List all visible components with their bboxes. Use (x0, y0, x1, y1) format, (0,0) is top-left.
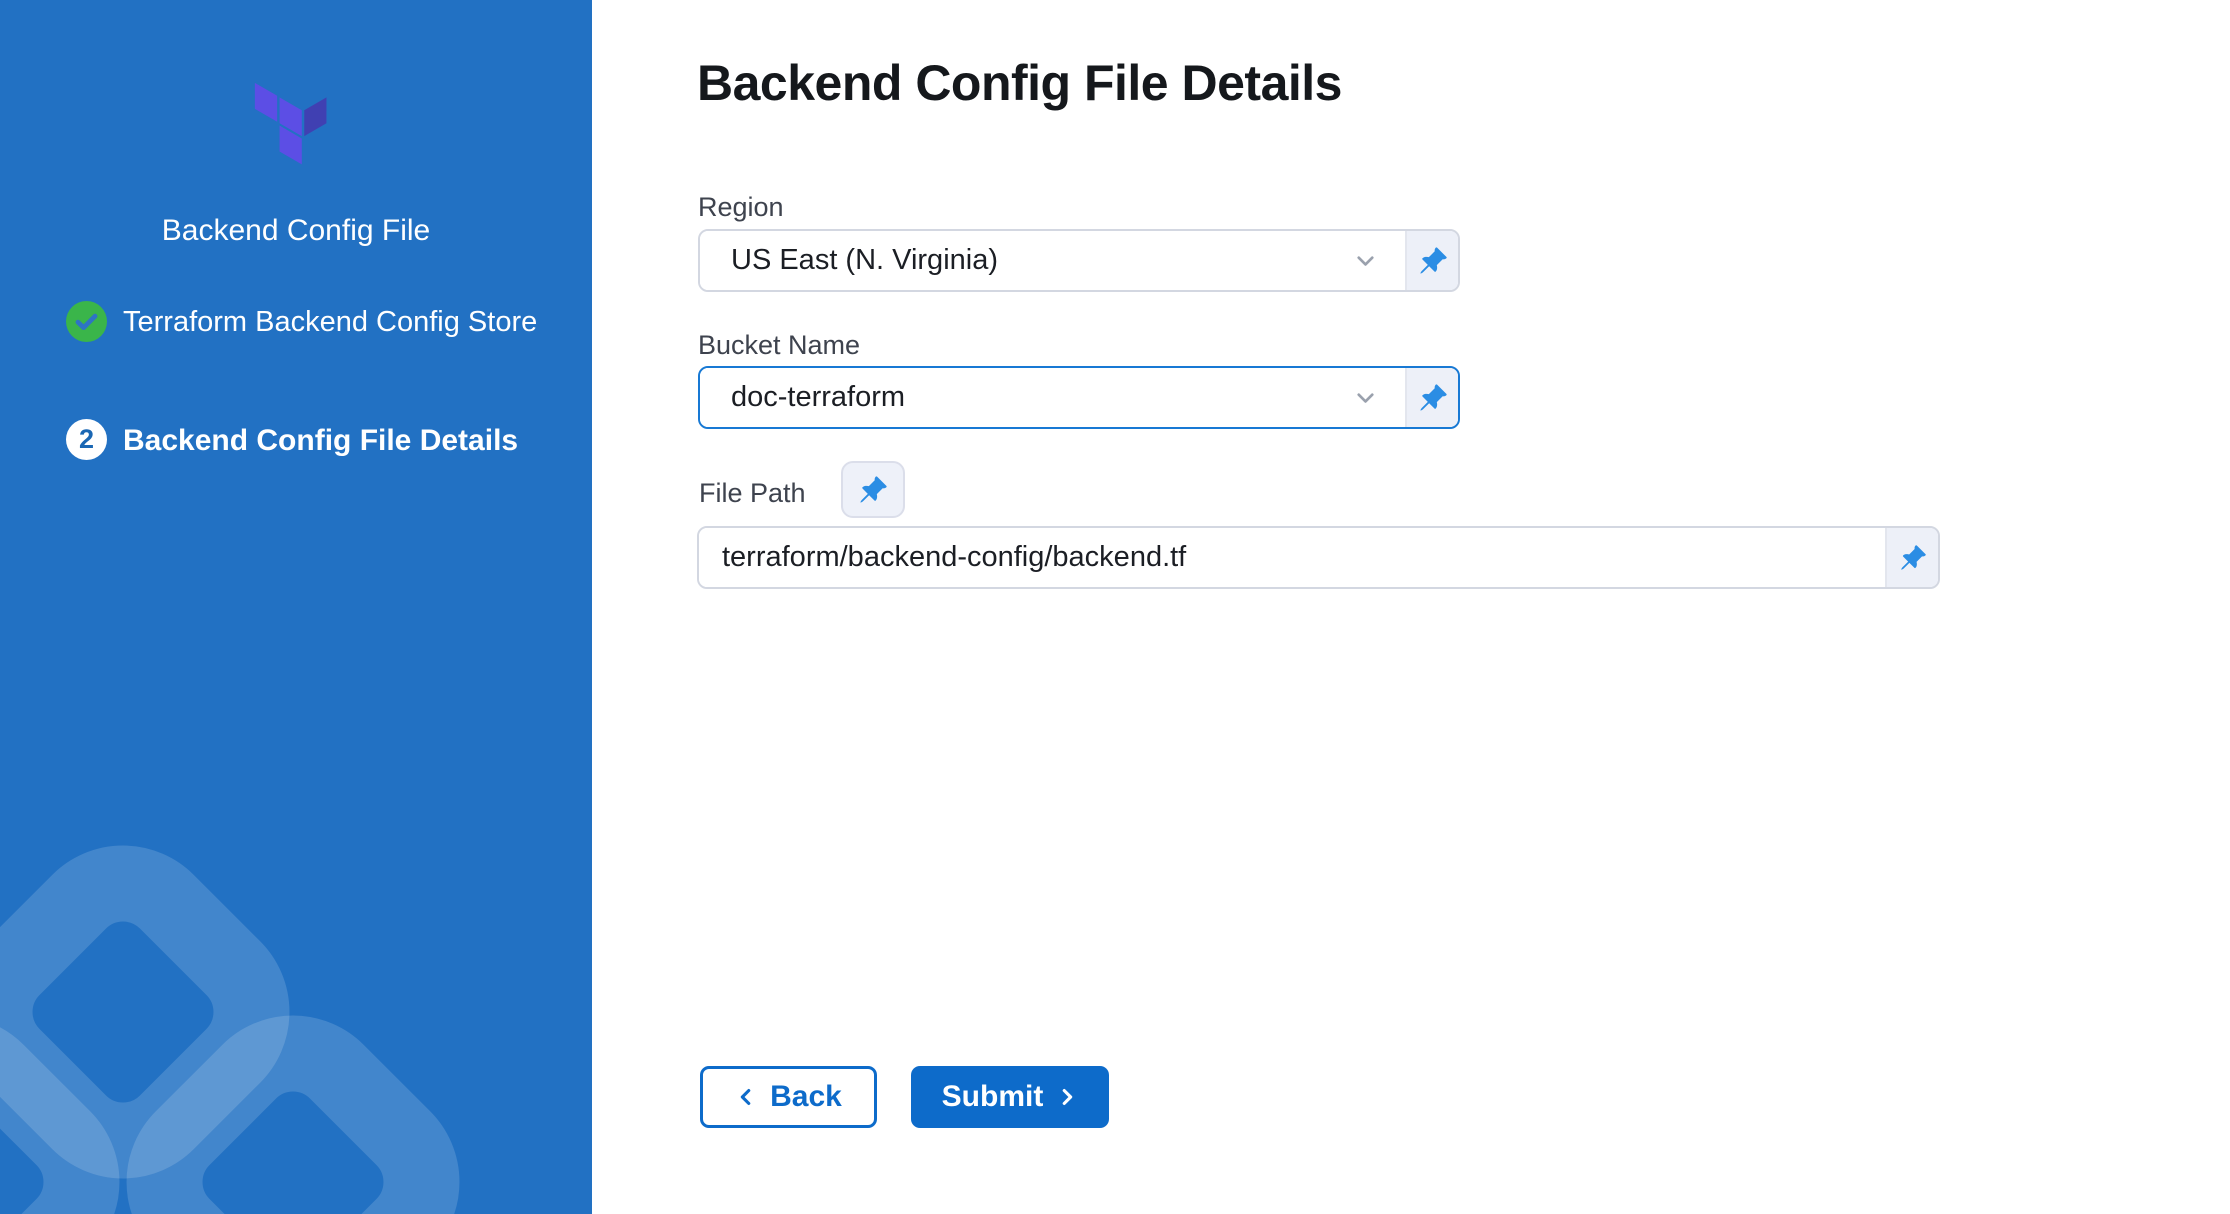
chevron-down-icon (1352, 247, 1379, 274)
pin-icon (1418, 246, 1448, 276)
form-panel: Backend Config File Details Region US Ea… (592, 0, 2230, 1214)
check-circle-icon (66, 301, 107, 342)
app-window: Backend Config File Terraform Backend Co… (0, 0, 2230, 1214)
terraform-logo (247, 72, 337, 176)
file-path-input[interactable] (699, 528, 1885, 587)
file-path-input-pin-button[interactable] (1885, 528, 1938, 587)
chevron-down-icon (1352, 384, 1379, 411)
wizard-title: Backend Config File (0, 214, 592, 248)
bucket-name-label: Bucket Name (698, 330, 860, 361)
step-number-badge: 2 (66, 419, 107, 460)
form-actions: Back Submit (700, 1066, 1109, 1128)
pin-icon (1418, 383, 1448, 413)
bucket-name-select-group: doc-terraform (698, 366, 1460, 429)
region-label: Region (698, 192, 784, 223)
region-select-group: US East (N. Virginia) (698, 229, 1460, 292)
chevron-left-icon (735, 1086, 757, 1108)
file-path-label: File Path (699, 478, 806, 509)
file-path-input-group (697, 526, 1940, 589)
file-path-pin-button[interactable] (841, 461, 905, 518)
region-selected-value: US East (N. Virginia) (731, 244, 1352, 277)
chevron-right-icon (1056, 1086, 1078, 1108)
wizard-sidebar: Backend Config File Terraform Backend Co… (0, 0, 592, 1214)
region-pin-button[interactable] (1405, 231, 1458, 290)
pin-icon (858, 475, 888, 505)
pin-icon (1899, 544, 1927, 572)
wizard-step-1-label: Terraform Backend Config Store (123, 303, 568, 341)
bucket-name-select[interactable]: doc-terraform (700, 368, 1405, 427)
submit-button[interactable]: Submit (911, 1066, 1109, 1128)
page-title: Backend Config File Details (697, 54, 1342, 112)
region-select[interactable]: US East (N. Virginia) (700, 231, 1405, 290)
bucket-name-pin-button[interactable] (1405, 368, 1458, 427)
wizard-step-2-label: Backend Config File Details (123, 422, 518, 460)
bucket-name-selected-value: doc-terraform (731, 381, 1352, 414)
terraform-watermark-pattern (0, 814, 592, 1214)
submit-button-label: Submit (942, 1080, 1044, 1114)
back-button-label: Back (770, 1080, 842, 1114)
back-button[interactable]: Back (700, 1066, 877, 1128)
